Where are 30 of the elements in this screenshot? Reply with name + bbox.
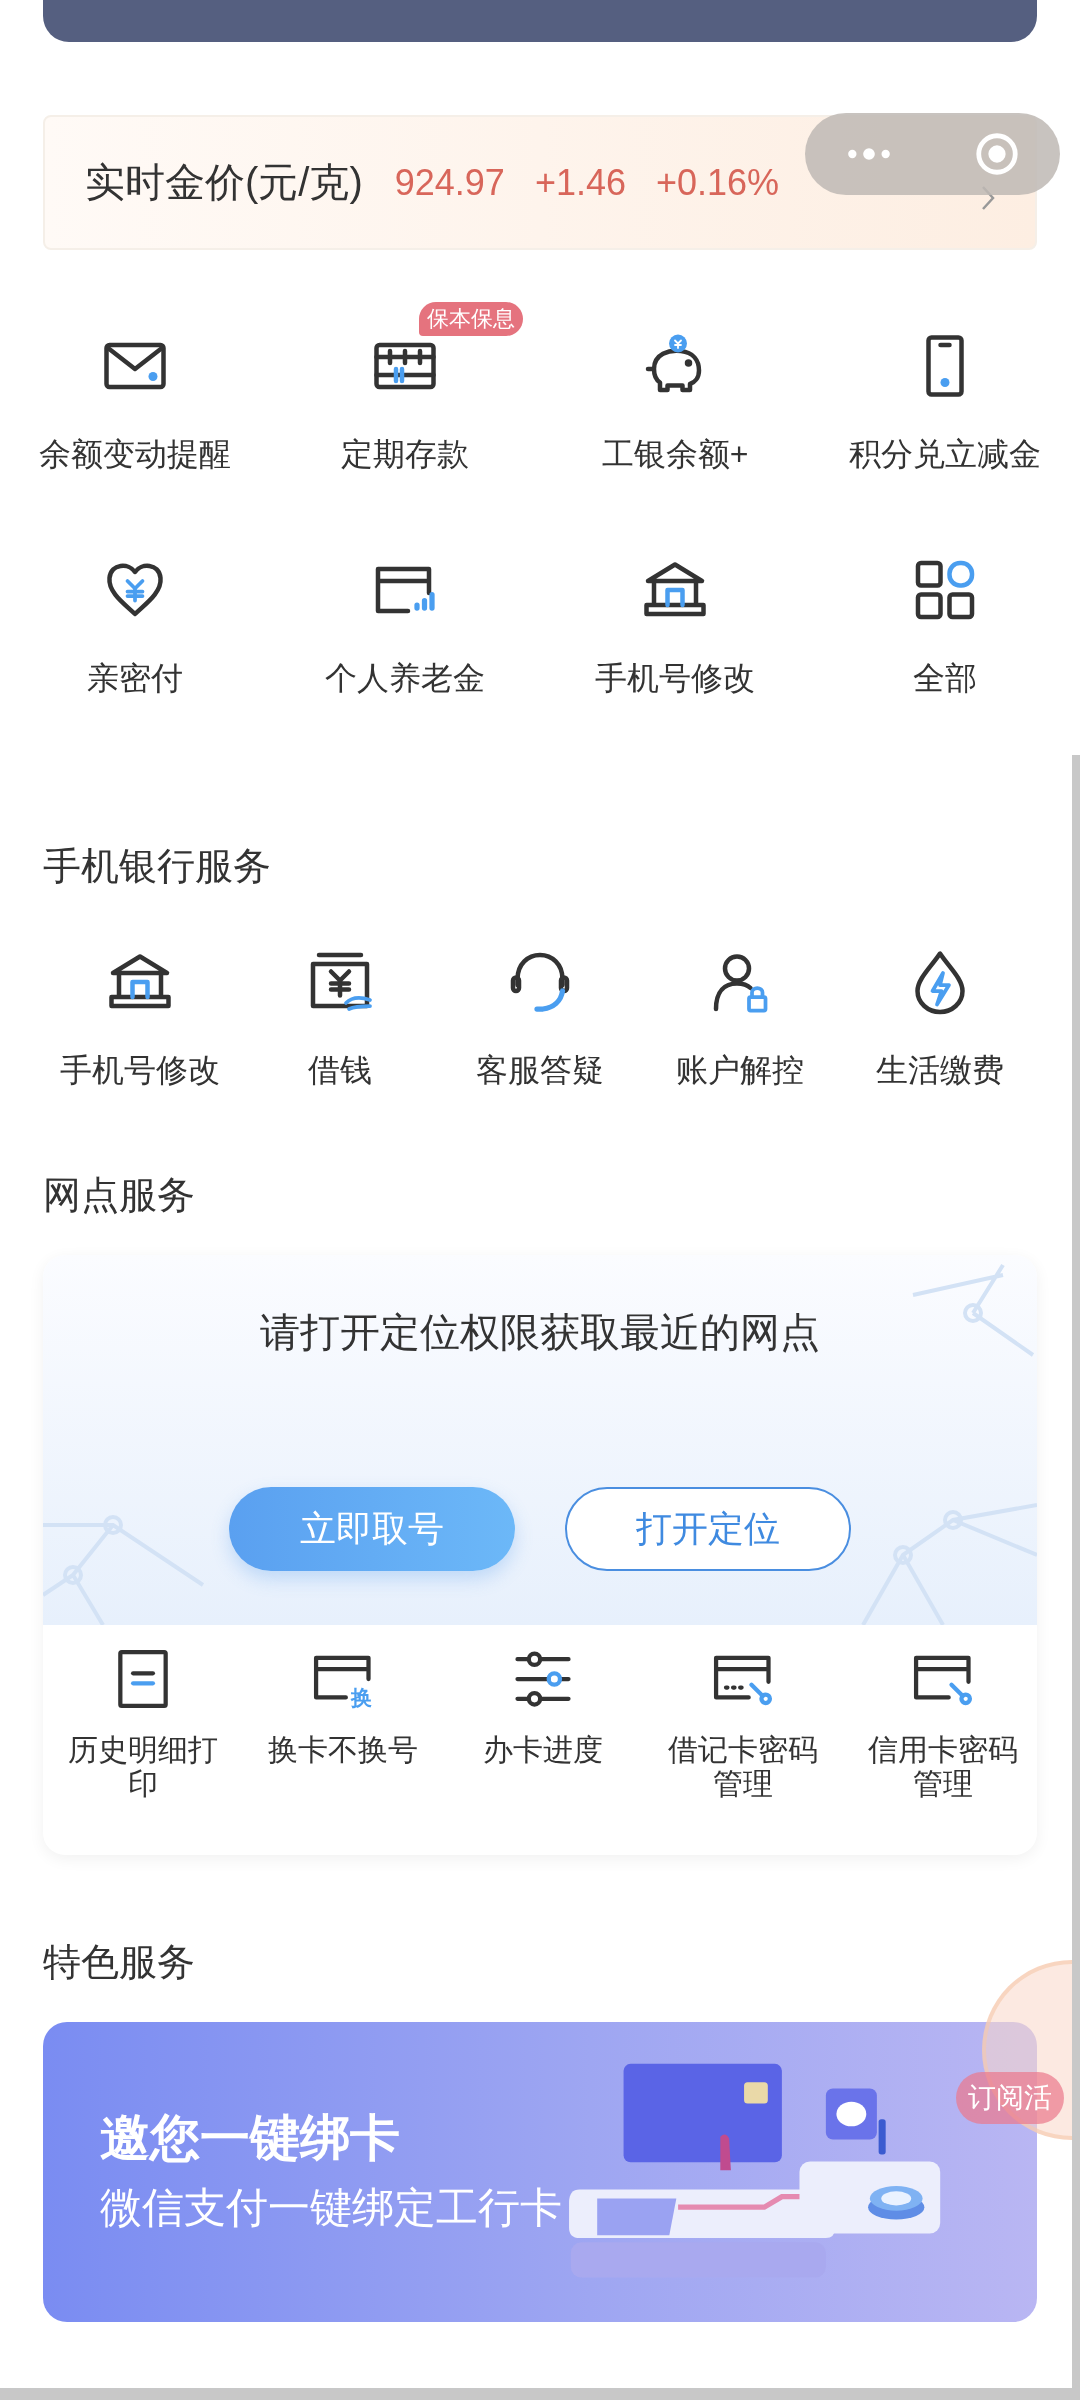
service-label[interactable]: 信用卡密码管理 (858, 1733, 1028, 1801)
section-title: 手机银行服务 (43, 844, 272, 888)
service-label[interactable]: 亲密付 (87, 658, 183, 698)
price-change-percent: +0.16% (655, 161, 780, 204)
price-change: +1.46 (534, 161, 626, 204)
service-label[interactable]: 手机号修改 (60, 1050, 220, 1090)
service-label[interactable]: 全部 (913, 658, 977, 698)
service-label[interactable]: 生活缴费 (876, 1050, 1004, 1090)
location-prompt: 请打开定位权限获取最近的网点 (260, 1309, 820, 1356)
service-label[interactable]: 借记卡密码管理 (658, 1733, 828, 1801)
enable-location-button[interactable]: 打开定位 (565, 1487, 851, 1571)
quote-price: 924.97 (394, 161, 505, 204)
banner-subtitle: 微信支付一键绑定工行卡 (100, 2183, 562, 2233)
service-label[interactable]: 个人养老金 (325, 658, 485, 698)
quote-label: 实时金价(元/克) (85, 159, 363, 206)
service-label[interactable]: 账户解控 (676, 1050, 804, 1090)
service-label[interactable]: 定期存款 (341, 434, 469, 474)
service-label[interactable]: 手机号修改 (595, 658, 755, 698)
service-label[interactable]: 工银余额+ (601, 434, 749, 474)
section-title: 网点服务 (43, 1173, 196, 1217)
badge: 保本保息 (419, 302, 523, 336)
service-label[interactable]: 借钱 (308, 1050, 372, 1090)
service-label[interactable]: 办卡进度 (458, 1733, 628, 1767)
service-label[interactable]: 历史明细打印 (58, 1733, 228, 1801)
banner-title: 邀您一键绑卡 (100, 2109, 401, 2168)
section-title: 特色服务 (43, 1940, 196, 1984)
service-label[interactable]: 积分兑立减金 (849, 434, 1041, 474)
service-label[interactable]: 余额变动提醒 (39, 434, 231, 474)
service-label[interactable]: 客服答疑 (476, 1050, 604, 1090)
service-label[interactable]: 换卡不换号 (258, 1733, 428, 1767)
